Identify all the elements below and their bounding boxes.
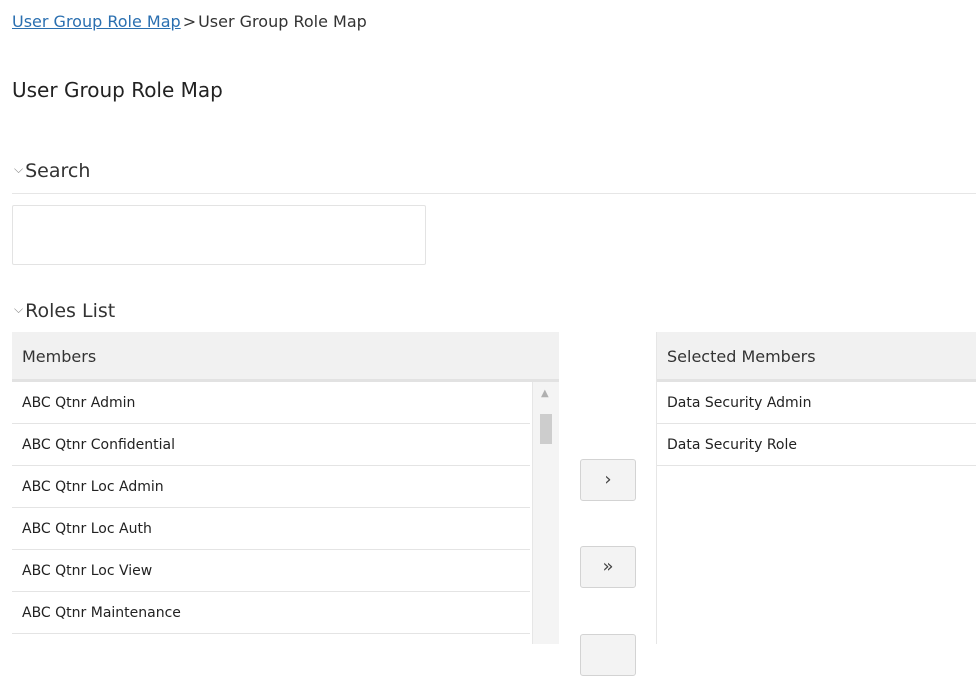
move-all-button[interactable]: » [580,546,636,588]
chevron-down-icon: ⌵ [14,162,24,176]
scroll-up-arrow-icon[interactable]: ▲ [541,388,549,399]
breadcrumb-separator: > [182,12,197,31]
members-panel: Members ABC Qtnr Admin ABC Qtnr Confiden… [12,332,559,644]
list-item[interactable]: Data Security Role [657,424,976,466]
list-item[interactable]: Data Security Admin [657,382,976,424]
move-selected-button[interactable]: › [580,459,636,501]
members-header: Members [12,332,559,382]
chevron-down-icon: ⌵ [14,302,24,316]
members-scrollbar[interactable]: ▲ [532,382,559,644]
search-input[interactable] [12,205,426,265]
breadcrumb-current: User Group Role Map [198,12,367,31]
selected-members-panel: Selected Members Data Security Admin Dat… [656,332,976,644]
search-section-title: Search [25,160,91,182]
list-item[interactable]: ABC Qtnr Loc View [12,550,530,592]
list-item[interactable]: ABC Qtnr Confidential [12,424,530,466]
list-item[interactable]: ABC Qtnr Loc Admin [12,466,530,508]
list-item[interactable]: ABC Qtnr Admin [12,382,530,424]
search-section-toggle[interactable]: ⌵ Search [14,160,90,182]
search-divider [12,193,976,194]
breadcrumb-link-user-group-role-map[interactable]: User Group Role Map [12,12,181,31]
breadcrumb: User Group Role Map > User Group Role Map [12,12,367,31]
roles-list-section-title: Roles List [25,300,116,322]
scroll-thumb[interactable] [540,414,552,444]
roles-list-section-toggle[interactable]: ⌵ Roles List [14,300,115,322]
selected-members-header: Selected Members [657,332,976,382]
page-title: User Group Role Map [12,78,223,102]
list-item[interactable]: ABC Qtnr Loc Auth [12,508,530,550]
members-list: ABC Qtnr Admin ABC Qtnr Confidential ABC… [12,382,559,644]
move-button-partial[interactable] [580,634,636,676]
list-item[interactable]: ABC Qtnr Maintenance [12,592,530,634]
